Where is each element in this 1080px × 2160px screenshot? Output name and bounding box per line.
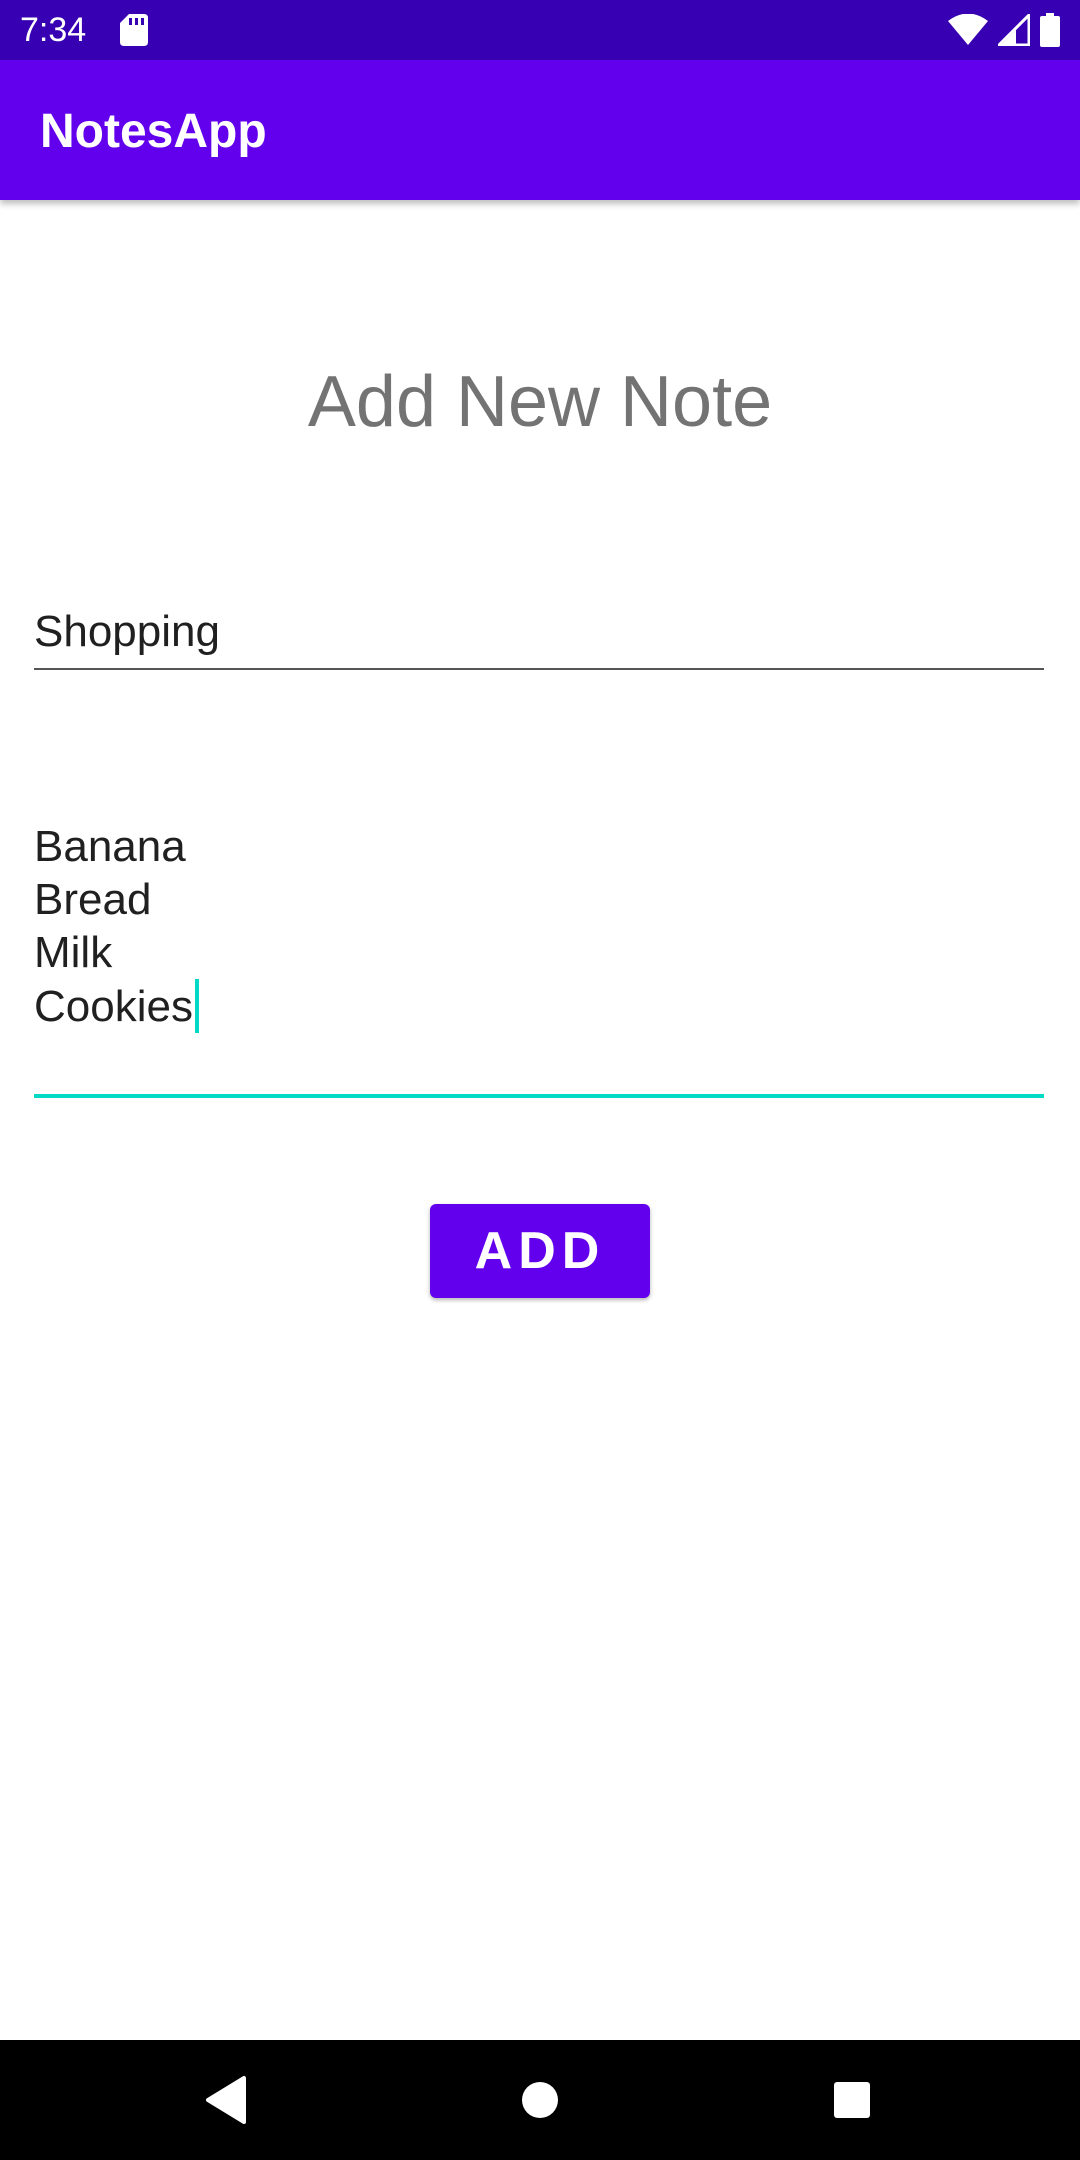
signal-icon	[998, 14, 1030, 46]
note-content-field[interactable]: Banana Bread Milk Cookies	[34, 820, 1044, 1098]
note-content-line: Cookies	[34, 982, 193, 1031]
back-icon[interactable]	[196, 2070, 256, 2130]
navigation-bar	[0, 2040, 1080, 2160]
note-content-text: Banana Bread Milk Cookies	[34, 820, 199, 1033]
note-title-value: Shopping	[34, 607, 220, 656]
status-bar: 7:34	[0, 0, 1080, 60]
status-time: 7:34	[20, 11, 87, 49]
text-cursor	[194, 979, 199, 1033]
add-button[interactable]: ADD	[430, 1204, 650, 1298]
home-icon[interactable]	[510, 2070, 570, 2130]
note-content-line: Banana	[34, 822, 186, 871]
note-content-line: Milk	[34, 928, 113, 977]
note-content-last-line: Cookies	[34, 979, 199, 1033]
sd-card-icon	[120, 14, 148, 46]
status-icons	[948, 12, 1060, 48]
app-bar: NotesApp	[0, 60, 1080, 200]
recents-icon[interactable]	[822, 2070, 882, 2130]
page-title: Add New Note	[307, 362, 773, 442]
battery-icon	[1040, 13, 1060, 47]
note-title-field[interactable]: Shopping	[34, 600, 1044, 670]
note-content-line: Bread	[34, 875, 152, 924]
wifi-icon	[948, 14, 988, 45]
app-title: NotesApp	[40, 105, 267, 158]
